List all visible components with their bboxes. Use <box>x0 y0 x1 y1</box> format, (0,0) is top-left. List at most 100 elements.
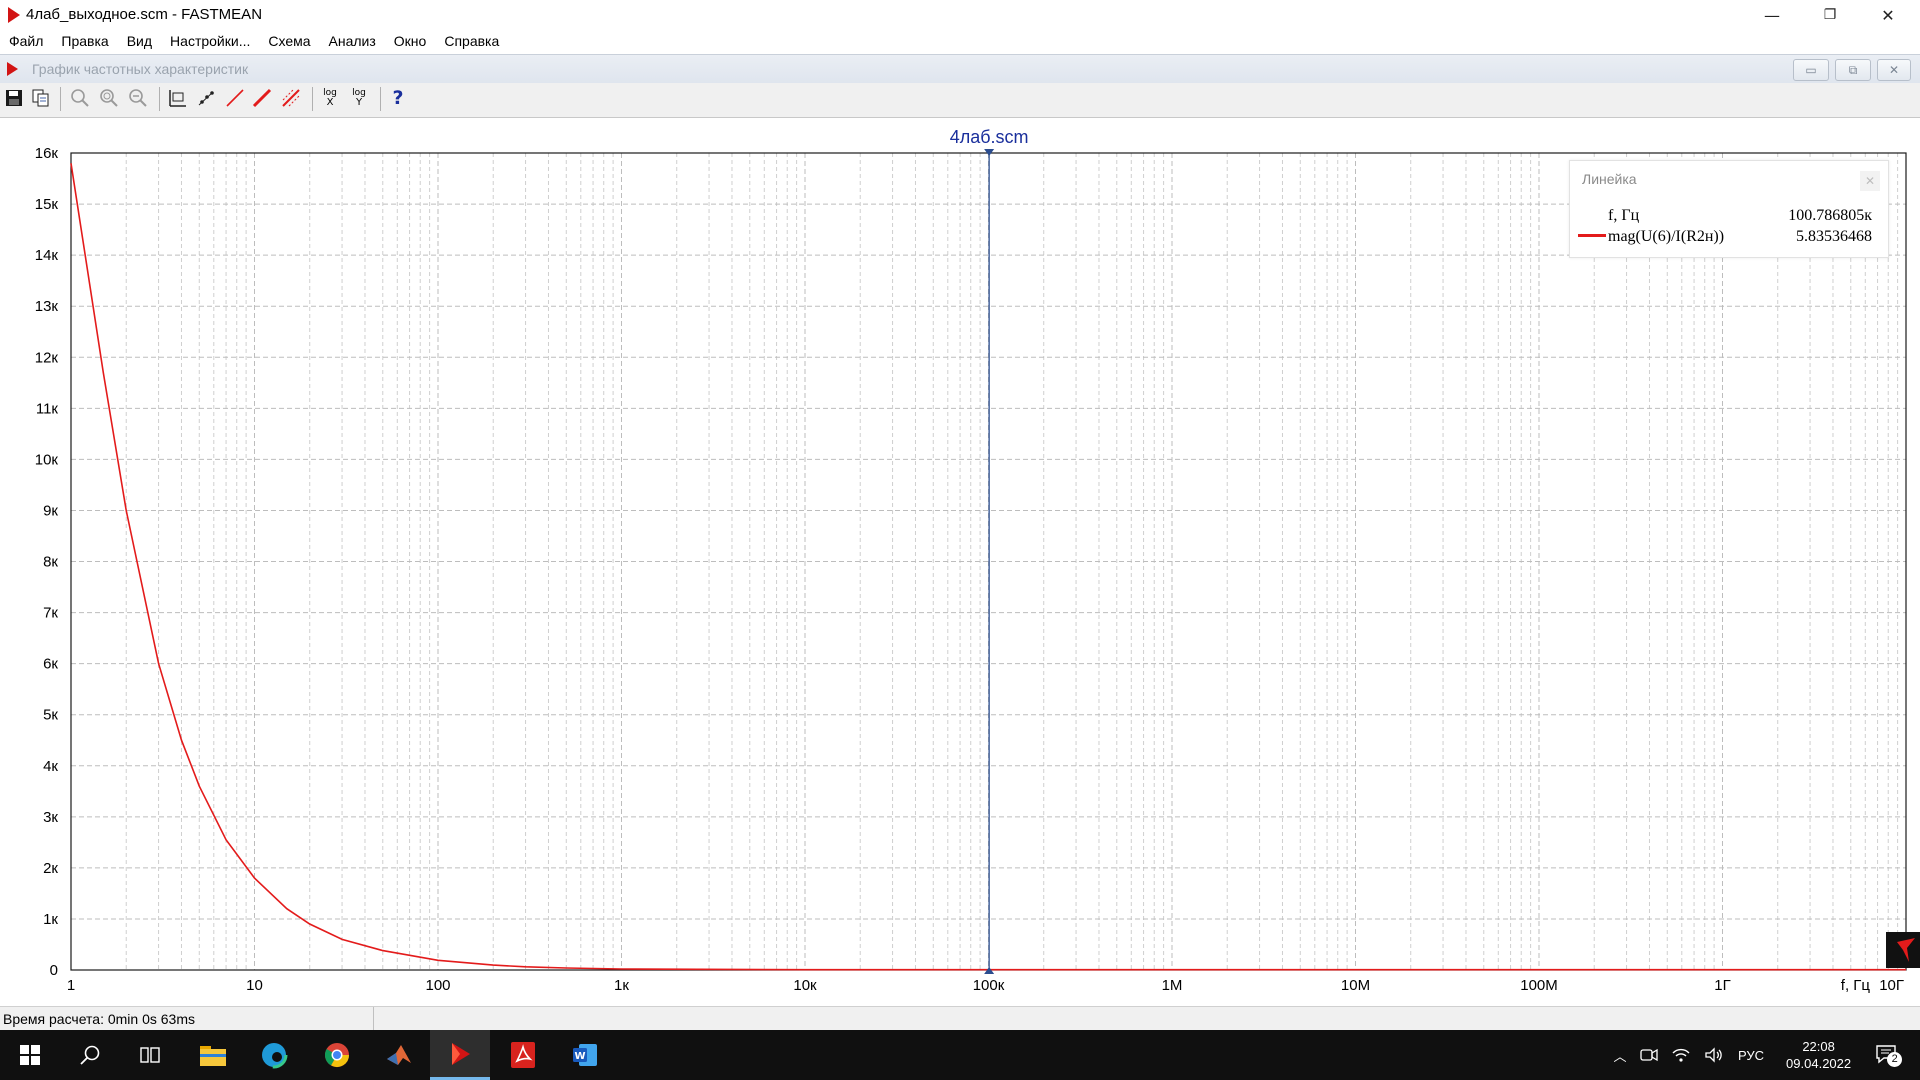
language-indicator[interactable]: РУС <box>1738 1048 1764 1063</box>
menu-bar: Файл Правка Вид Настройки... Схема Анали… <box>0 30 1920 52</box>
axis-frame-icon <box>169 90 186 107</box>
taskbar: W ︿ РУС 22:08 09.04.2022 2 <box>0 1030 1920 1080</box>
log-y-button[interactable]: log Y <box>346 85 372 111</box>
menu-analysis[interactable]: Анализ <box>320 33 385 49</box>
chrome-browser-icon <box>324 1043 349 1068</box>
system-tray: ︿ РУС 22:08 09.04.2022 2 <box>1606 1030 1903 1080</box>
y-tick-label: 3к <box>43 809 58 826</box>
y-tick-label: 9к <box>43 502 58 519</box>
x-tick-label: 10 <box>246 977 263 994</box>
x-axis-label: f, Гц <box>1841 977 1871 994</box>
x-tick-label: 10М <box>1341 977 1370 994</box>
zoom-in-button[interactable] <box>96 85 122 111</box>
log-x-bottom: X <box>326 97 334 108</box>
subwindow-restore-button[interactable]: ⧉ <box>1835 59 1871 81</box>
taskbar-chrome[interactable] <box>307 1030 367 1080</box>
chevron-up-icon[interactable]: ︿ <box>1606 1046 1634 1065</box>
ruler-close-icon[interactable]: ✕ <box>1860 171 1880 191</box>
hatched-grid-icon <box>282 89 300 107</box>
subwindow-title: График частотных характеристик <box>32 61 249 77</box>
axis-settings-button[interactable] <box>164 85 190 111</box>
folder-icon <box>200 1046 226 1066</box>
clock-date: 09.04.2022 <box>1786 1056 1852 1071</box>
notifications-button[interactable]: 2 <box>1875 1044 1903 1067</box>
zoom-in-icon <box>100 89 118 107</box>
y-tick-label: 0 <box>50 962 58 979</box>
minimize-button[interactable]: — <box>1743 0 1801 30</box>
subwindow-close-button[interactable]: ✕ <box>1877 59 1911 81</box>
x-tick-label: 10к <box>793 977 817 994</box>
taskbar-acrobat[interactable] <box>493 1030 553 1080</box>
copy-button[interactable] <box>28 85 54 111</box>
subwindow-minimize-button[interactable]: ▭ <box>1793 59 1829 81</box>
y-tick-label: 10к <box>35 451 59 468</box>
search-icon <box>80 1045 100 1065</box>
window-title: 4лаб_выходное.scm - FASTMEAN <box>26 6 263 23</box>
ruler-y-name: mag(U(6)/I(R2н)) <box>1608 228 1725 245</box>
menu-view[interactable]: Вид <box>118 33 161 49</box>
ruler-title: Линейка <box>1582 171 1637 187</box>
save-button[interactable] <box>1 85 27 111</box>
search-button[interactable] <box>60 1030 120 1080</box>
ruler-x-value: 100.786805к <box>1788 207 1872 224</box>
line-thick-button[interactable] <box>249 85 275 111</box>
x-tick-label: 10Г <box>1879 977 1904 994</box>
taskbar-file-explorer[interactable] <box>183 1030 243 1080</box>
points-button[interactable] <box>193 85 219 111</box>
help-button[interactable]: ? <box>385 85 411 111</box>
window-titlebar: 4лаб_выходное.scm - FASTMEAN — ❐ ✕ <box>0 0 1920 30</box>
notification-count-badge: 2 <box>1887 1051 1903 1067</box>
start-button[interactable] <box>0 1030 60 1080</box>
x-tick-label: 100 <box>425 977 450 994</box>
menu-help[interactable]: Справка <box>435 33 508 49</box>
grid-button[interactable] <box>278 85 304 111</box>
taskbar-word[interactable]: W <box>555 1030 615 1080</box>
status-bar: Время расчета: 0min 0s 63ms <box>0 1006 1920 1031</box>
wifi-icon[interactable] <box>1672 1047 1690 1063</box>
magnifier-icon <box>71 89 89 107</box>
menu-settings[interactable]: Настройки... <box>161 33 259 49</box>
zoom-button[interactable] <box>67 85 93 111</box>
line-thin-button[interactable] <box>222 85 248 111</box>
clock[interactable]: 22:08 09.04.2022 <box>1786 1038 1851 1072</box>
taskbar-fastmean[interactable] <box>430 1030 490 1080</box>
task-view-button[interactable] <box>120 1030 180 1080</box>
volume-icon[interactable] <box>1704 1047 1724 1063</box>
menu-edit[interactable]: Правка <box>52 33 117 49</box>
ruler-panel[interactable]: Линейка ✕ f, Гц 100.786805к mag(U(6)/I(R… <box>1569 160 1889 258</box>
toolbar: log X log Y ? <box>0 83 1920 118</box>
taskbar-edge[interactable] <box>244 1030 304 1080</box>
y-tick-label: 15к <box>35 196 59 213</box>
taskbar-matlab[interactable] <box>369 1030 429 1080</box>
y-tick-label: 6к <box>43 656 58 673</box>
menu-schema[interactable]: Схема <box>259 33 319 49</box>
close-button[interactable]: ✕ <box>1859 0 1917 30</box>
thin-red-line-icon <box>226 89 244 107</box>
y-tick-label: 7к <box>43 605 58 622</box>
y-tick-label: 2к <box>43 860 58 877</box>
y-tick-label: 8к <box>43 554 58 571</box>
chart-title: 4лаб.scm <box>950 127 1029 147</box>
acrobat-pdf-icon <box>511 1042 535 1068</box>
y-tick-label: 12к <box>35 349 59 366</box>
log-x-button[interactable]: log X <box>317 85 343 111</box>
meet-now-icon[interactable] <box>1640 1047 1658 1063</box>
y-tick-label: 5к <box>43 707 58 724</box>
menu-window[interactable]: Окно <box>385 33 436 49</box>
y-tick-label: 13к <box>35 298 59 315</box>
menu-file[interactable]: Файл <box>0 33 52 49</box>
task-view-icon <box>140 1047 160 1063</box>
series-swatch <box>1578 234 1606 237</box>
thick-red-line-icon <box>252 88 272 108</box>
zoom-out-button[interactable] <box>125 85 151 111</box>
svg-text:W: W <box>574 1051 585 1062</box>
maximize-button[interactable]: ❐ <box>1801 0 1859 30</box>
x-tick-label: 100к <box>973 977 1005 994</box>
x-tick-label: 1Г <box>1714 977 1730 994</box>
word-icon: W <box>573 1044 597 1066</box>
ruler-y-value: 5.83536468 <box>1796 228 1872 245</box>
x-tick-label: 1 <box>67 977 75 994</box>
x-tick-label: 100М <box>1520 977 1558 994</box>
dotted-line-icon <box>198 91 214 106</box>
windows-logo-icon <box>20 1045 40 1065</box>
